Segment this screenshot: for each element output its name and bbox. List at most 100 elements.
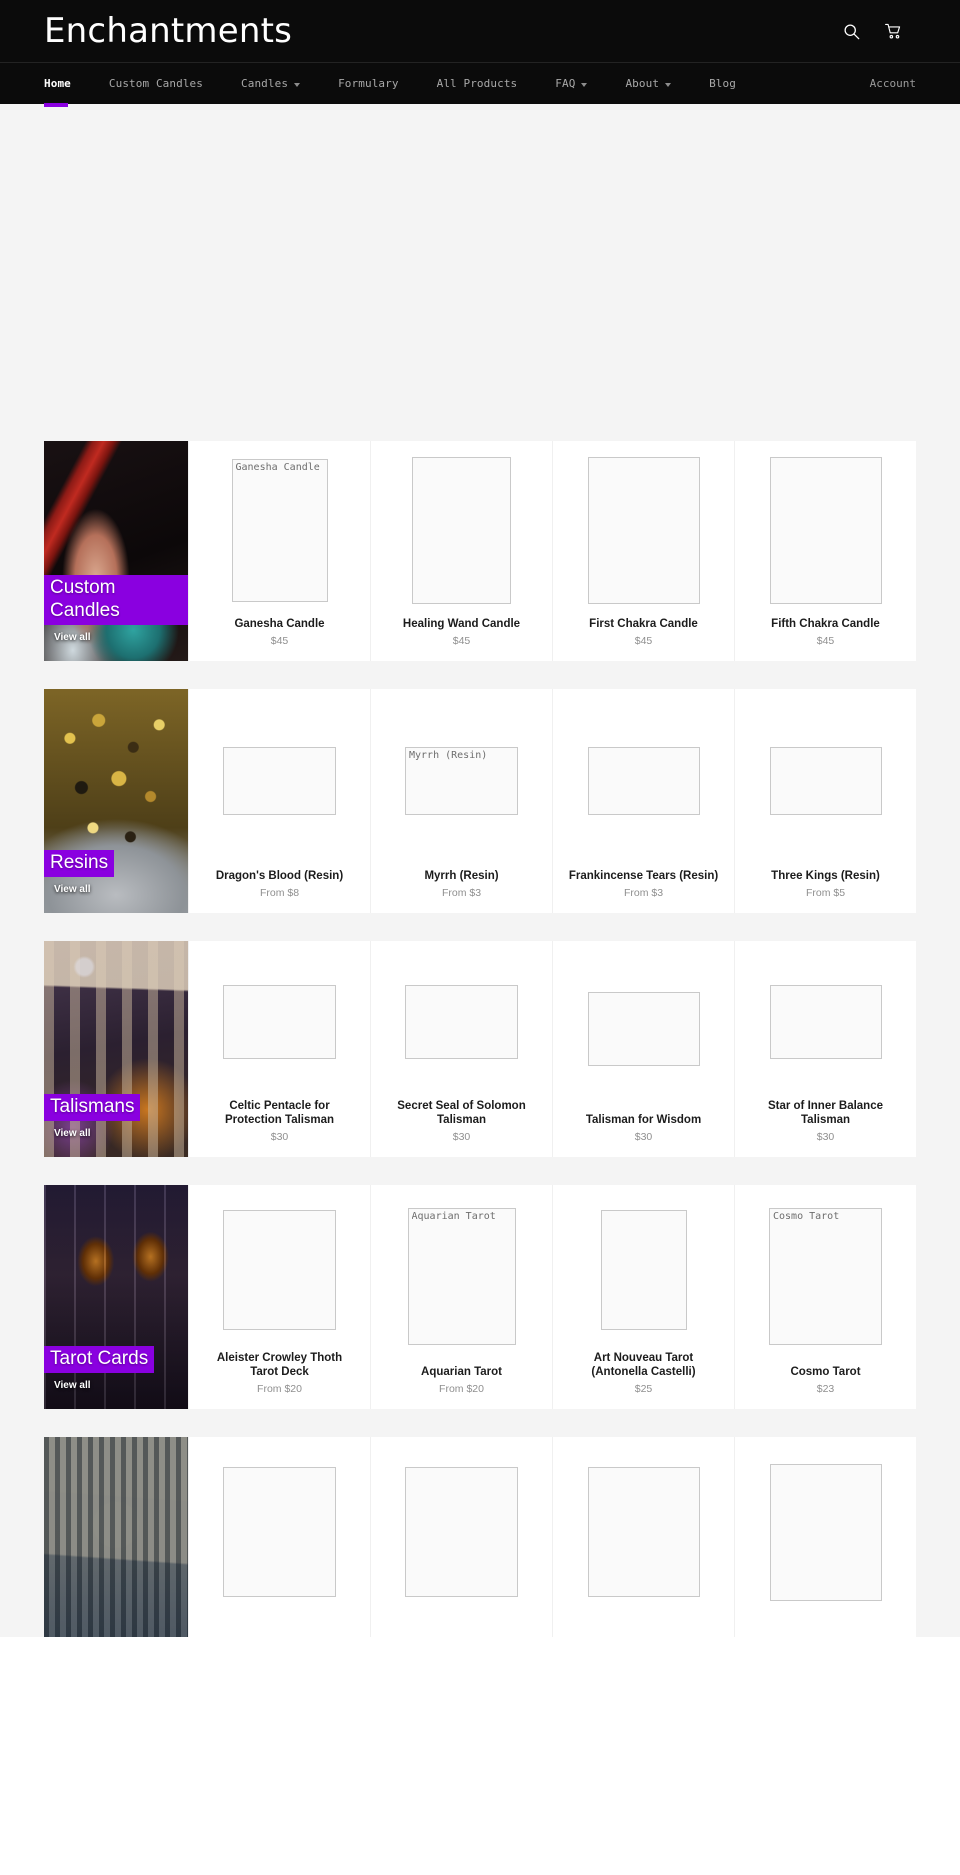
collection-overlay: Custom Candles View all [44,574,188,661]
collection-title: Custom Candles [44,574,188,625]
product-card[interactable] [734,1437,916,1637]
site-header: Enchantments [0,0,960,62]
product-image-wrap: Aquarian Tarot [381,1185,542,1365]
collection-title: Talismans [44,1093,141,1121]
product-image-placeholder [412,457,511,605]
nav-item-label: Candles [241,77,289,90]
product-image-placeholder [587,746,700,815]
collection-row: Resins View all Dragon's Blood (Resin) From… [44,689,916,913]
product-card[interactable]: Secret Seal of Solomon Talisman $30 [370,941,552,1157]
product-card[interactable]: First Chakra Candle $45 [552,441,734,661]
nav-item-candles[interactable]: Candles [222,63,319,104]
product-card[interactable]: Star of Inner Balance Talisman $30 [734,941,916,1157]
product-image-wrap [381,941,542,1099]
view-all-link[interactable]: View all [54,1128,188,1139]
product-title: Healing Wand Candle [402,617,521,630]
product-title: Frankincense Tears (Resin) [568,869,719,882]
nav-item-formulary[interactable]: Formulary [319,63,418,104]
product-card[interactable]: Cosmo Tarot Cosmo Tarot $23 [734,1185,916,1409]
product-image-placeholder: Myrrh (Resin) [405,746,518,815]
product-title: Three Kings (Resin) [771,869,880,882]
collection-card[interactable] [44,1437,188,1637]
product-title: Myrrh (Resin) [424,869,499,882]
product-image-placeholder [223,984,336,1059]
account-label: Account [869,77,916,90]
product-title: Talisman for Wisdom [585,1113,702,1126]
collection-overlay: Tarot Cards View all [44,1345,188,1409]
product-price: From $20 [439,1383,484,1395]
product-card[interactable]: Celtic Pentacle for Protection Talisman $… [188,941,370,1157]
product-title: Art Nouveau Tarot (Antonella Castelli) [591,1351,696,1378]
product-card[interactable]: Dragon's Blood (Resin) From $8 [188,689,370,913]
product-price: From $3 [623,887,664,899]
product-title: Fifth Chakra Candle [771,617,880,630]
product-image-wrap [745,941,906,1099]
nav-item-faq[interactable]: FAQ [536,63,606,104]
product-card[interactable]: Aquarian Tarot Aquarian Tarot From $20 [370,1185,552,1409]
nav-item-label: About [625,77,660,90]
product-title: Aquarian Tarot [421,1365,502,1378]
product-price: $30 [452,1131,471,1143]
product-price: $23 [816,1383,835,1395]
nav-list: Home Custom Candles Candles Formulary All Pr… [44,63,755,107]
product-card[interactable] [370,1437,552,1637]
product-title: Aleister Crowley Thoth Tarot Deck [216,1351,343,1378]
nav-item-about[interactable]: About [606,63,690,104]
product-card[interactable]: Myrrh (Resin) Myrrh (Resin) From $3 [370,689,552,913]
product-image-wrap [563,1437,724,1623]
product-card[interactable]: Aleister Crowley Thoth Tarot Deck From $2… [188,1185,370,1409]
collection-overlay: Talismans View all [44,1093,188,1157]
collection-title: Resins [44,849,115,877]
product-card[interactable] [552,1437,734,1637]
product-card[interactable] [188,1437,370,1637]
product-image-placeholder [405,984,518,1059]
product-card[interactable]: Talisman for Wisdom $30 [552,941,734,1157]
hero-slideshow[interactable] [0,104,960,441]
product-price: From $3 [441,887,482,899]
product-title: Celtic Pentacle for Protection Talisman [224,1099,335,1126]
product-image-wrap [563,689,724,869]
collection-card[interactable]: Custom Candles View all [44,441,188,661]
product-price: $45 [634,635,653,647]
product-title: Dragon's Blood (Resin) [215,869,344,882]
product-image-placeholder [223,1467,336,1597]
nav-item-custom-candles[interactable]: Custom Candles [90,63,222,104]
product-price: $45 [270,635,289,647]
collection-row [44,1437,916,1637]
product-image-placeholder [587,991,700,1066]
product-grid: Celtic Pentacle for Protection Talisman $… [188,941,916,1157]
product-image-wrap [199,1185,360,1351]
header-icon-group [840,20,920,42]
product-card[interactable]: Ganesha Candle Ganesha Candle $45 [188,441,370,661]
nav-item-label: Formulary [338,77,399,90]
collection-card[interactable]: Resins View all [44,689,188,913]
product-price: $30 [816,1131,835,1143]
product-card[interactable]: Healing Wand Candle $45 [370,441,552,661]
product-card[interactable]: Three Kings (Resin) From $5 [734,689,916,913]
product-title: Secret Seal of Solomon Talisman [397,1099,526,1126]
collection-row: Talismans View all Celtic Pentacle for Pro… [44,941,916,1157]
view-all-link[interactable]: View all [54,1380,188,1391]
product-price: From $5 [805,887,846,899]
product-image-wrap: Myrrh (Resin) [381,689,542,869]
collection-card[interactable]: Talismans View all [44,941,188,1157]
product-card[interactable]: Fifth Chakra Candle $45 [734,441,916,661]
account-link[interactable]: Account [870,63,920,104]
product-image-placeholder [769,984,882,1059]
product-card[interactable]: Art Nouveau Tarot (Antonella Castelli) $2… [552,1185,734,1409]
collection-card[interactable]: Tarot Cards View all [44,1185,188,1409]
view-all-link[interactable]: View all [54,884,188,895]
nav-item-all-products[interactable]: All Products [418,63,537,104]
site-logo[interactable]: Enchantments [44,14,292,48]
cart-icon[interactable] [882,20,904,42]
product-card[interactable]: Frankincense Tears (Resin) From $3 [552,689,734,913]
nav-item-blog[interactable]: Blog [690,63,755,104]
search-icon[interactable] [840,20,862,42]
collection-row: Tarot Cards View all Aleister Crowley Thot… [44,1185,916,1409]
view-all-link[interactable]: View all [54,632,188,643]
nav-item-home[interactable]: Home [44,63,90,107]
product-title: Cosmo Tarot [790,1365,861,1378]
product-image-alt-text: Cosmo Tarot [773,1211,840,1223]
product-image-wrap [745,689,906,869]
product-image-placeholder [600,1209,687,1330]
